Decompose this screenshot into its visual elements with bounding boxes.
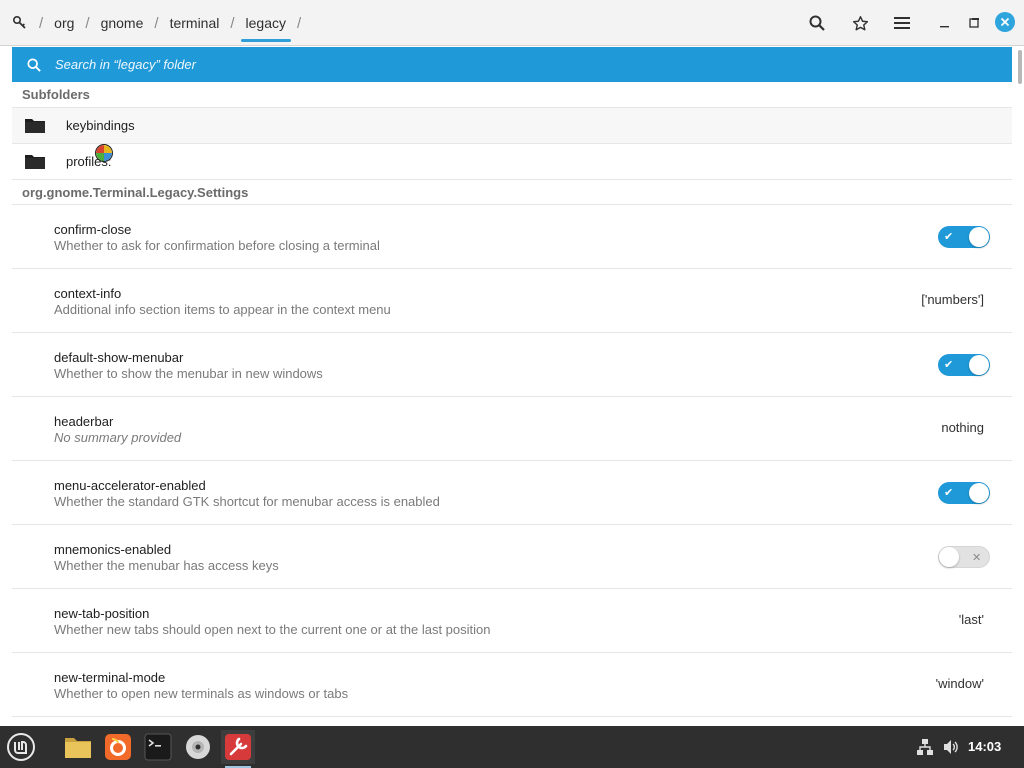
search-icon [27,57,41,72]
header-bar: / org / gnome / terminal / legacy / [0,0,1024,46]
path-separator: / [154,14,159,32]
key-row-new-tab-position[interactable]: new-tab-position Whether new tabs should… [12,588,1012,652]
key-row-new-terminal-mode[interactable]: new-terminal-mode Whether to open new te… [12,652,1012,716]
path-separator: / [85,14,90,32]
cross-icon: ✕ [972,552,982,564]
folder-row-profiles[interactable]: profiles: [12,143,1012,179]
files-icon [65,738,91,758]
path-bar: / org / gnome / terminal / legacy / [10,0,310,46]
schema-heading: org.gnome.Terminal.Legacy.Settings [12,179,1012,204]
search-bar [12,47,1012,82]
key-summary: Whether the standard GTK shortcut for me… [54,494,440,509]
key-name: headerbar [54,414,114,429]
main-menu-button[interactable] [888,9,916,37]
maximize-icon [969,18,979,28]
path-segment-terminal[interactable]: terminal [168,13,222,33]
busy-cursor-icon [95,144,113,162]
terminal-button[interactable] [141,730,175,764]
folder-icon [25,119,45,133]
path-segment-gnome[interactable]: gnome [99,13,146,33]
key-value: nothing [941,420,984,435]
key-name: mnemonics-enabled [54,542,172,557]
search-button[interactable] [803,9,831,37]
search-icon [809,15,825,31]
path-segment-legacy[interactable]: legacy [240,13,292,42]
mint-menu-icon [7,733,35,761]
home-key-icon[interactable] [10,13,30,33]
key-name: new-tab-position [54,606,150,621]
folder-icon [25,155,45,169]
bookmark-button[interactable] [846,9,874,37]
key-name: menu-accelerator-enabled [54,478,206,493]
key-value: ['numbers'] [921,292,984,307]
key-row-next[interactable] [12,716,1012,726]
mnemonics-enabled-switch[interactable]: ✕ [938,546,990,568]
key-summary: No summary provided [54,430,182,445]
key-row-confirm-close[interactable]: confirm-close Whether to ask for confirm… [12,204,1012,268]
key-name: context-info [54,286,122,301]
switch-knob [939,547,959,567]
subfolders-heading: Subfolders [22,87,90,102]
minimize-button[interactable] [931,9,959,37]
menu-icon [894,17,910,29]
key-row-headerbar[interactable]: headerbar No summary provided nothing [12,396,1012,460]
search-input[interactable] [55,57,655,72]
disc-icon [186,735,210,759]
clock[interactable]: 14:03 [968,739,1001,754]
check-icon: ✔ [944,487,954,499]
switch-knob [969,483,989,503]
key-row-default-show-menubar[interactable]: default-show-menubar Whether to show the… [12,332,1012,396]
folder-label: keybindings [66,118,135,133]
path-separator: / [297,14,302,32]
key-name: confirm-close [54,222,132,237]
menu-accelerator-enabled-switch[interactable]: ✔ [938,482,990,504]
key-summary: Whether to show the menubar in new windo… [54,366,323,381]
mint-menu-button[interactable] [4,730,38,764]
key-name: new-terminal-mode [54,670,166,685]
path-segment-org[interactable]: org [52,13,76,33]
path-separator: / [39,14,44,32]
key-row-context-info[interactable]: context-info Additional info section ite… [12,268,1012,332]
key-summary: Whether new tabs should open next to the… [54,622,491,637]
scrollbar[interactable] [1018,50,1022,84]
switch-knob [969,355,989,375]
volume-button[interactable] [934,730,968,764]
close-icon [1000,17,1010,27]
volume-icon [944,740,958,754]
network-icon [917,739,933,755]
maximize-button[interactable] [960,9,988,37]
terminal-icon [144,733,172,761]
path-separator: / [230,14,235,32]
firefox-icon [105,734,131,760]
dconf-editor-icon [225,734,251,760]
key-summary: Whether the menubar has access keys [54,558,279,573]
content-list: Subfolders keybindings profiles: org.gno… [12,82,1012,726]
key-row-mnemonics-enabled[interactable]: mnemonics-enabled Whether the menubar ha… [12,524,1012,588]
taskbar: 14:03 [0,726,1024,768]
key-name: default-show-menubar [54,350,184,365]
key-value: 'window' [935,676,984,691]
close-button[interactable] [995,12,1015,32]
key-summary: Additional info section items to appear … [54,302,391,317]
key-summary: Whether to ask for confirmation before c… [54,238,380,253]
key-summary: Whether to open new terminals as windows… [54,686,349,701]
key-row-menu-accelerator-enabled[interactable]: menu-accelerator-enabled Whether the sta… [12,460,1012,524]
firefox-button[interactable] [101,730,135,764]
check-icon: ✔ [944,231,954,243]
files-button[interactable] [61,730,95,764]
disc-button[interactable] [181,730,215,764]
star-icon [852,15,868,30]
dconf-editor-button[interactable] [221,730,255,768]
confirm-close-switch[interactable]: ✔ [938,226,990,248]
key-value: 'last' [958,612,984,627]
switch-knob [969,227,989,247]
default-show-menubar-switch[interactable]: ✔ [938,354,990,376]
check-icon: ✔ [944,359,954,371]
folder-row-keybindings[interactable]: keybindings [12,107,1012,143]
minimize-icon [940,26,949,28]
